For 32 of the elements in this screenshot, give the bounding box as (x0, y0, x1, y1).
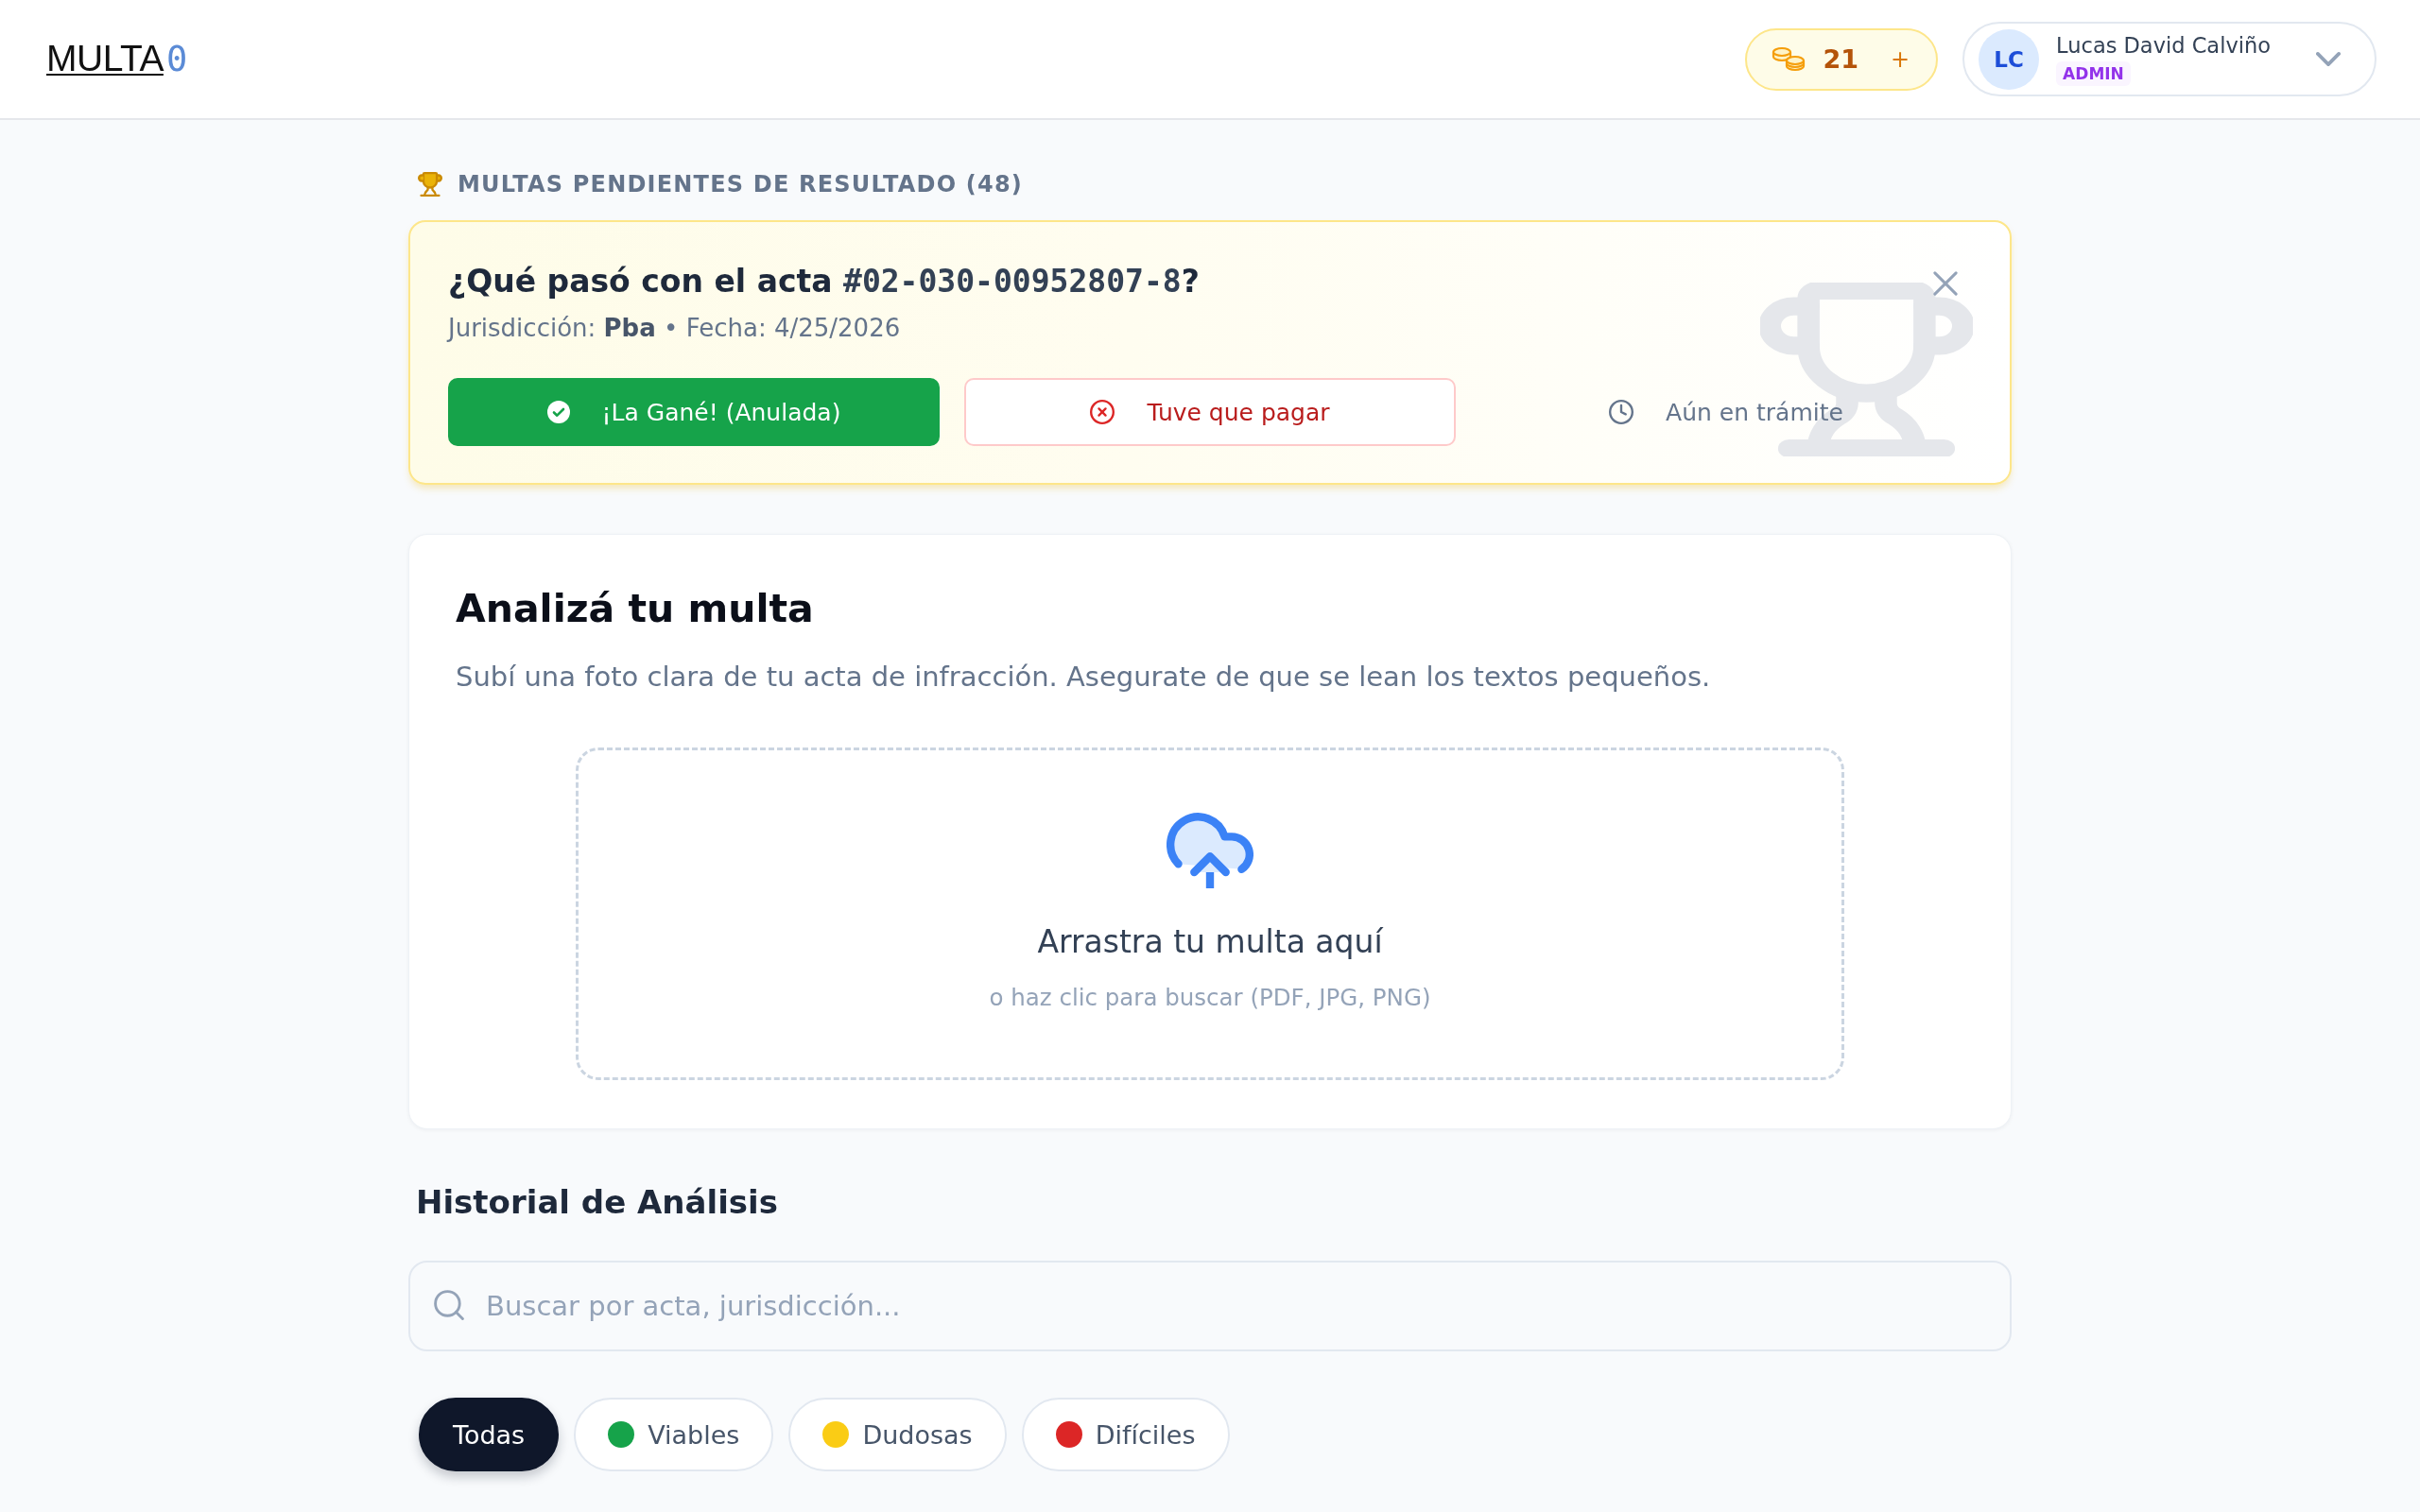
coins-icon (1772, 45, 1806, 73)
paid-result-button[interactable]: Tuve que pagar (964, 378, 1456, 446)
user-menu-button[interactable]: LC Lucas David Calviño ADMIN (1962, 22, 2377, 96)
filter-chip[interactable]: Todas (419, 1398, 560, 1471)
card-title: Analizá tu multa (456, 585, 814, 633)
chevron-down-icon (2316, 52, 2341, 66)
user-avatar: LC (1979, 28, 2040, 90)
search-field[interactable]: Buscar por acta, jurisdicción... (408, 1261, 2012, 1351)
history-title: Historial de Análisis (416, 1182, 778, 1223)
fine-details: Jurisdicción: Pba • Fecha: 4/25/2026 (448, 313, 901, 343)
user-name: Lucas David Calviño (2056, 32, 2271, 59)
x-circle-icon (1090, 400, 1115, 424)
check-circle-icon (546, 401, 570, 423)
role-badge: ADMIN (2056, 61, 2131, 86)
clock-icon (1609, 400, 1634, 424)
card-description: Subí una foto clara de tu acta de infracción. Asegurate de que se lean los textos pequeños. (456, 660, 1711, 694)
credit-count: 21 (1823, 44, 1858, 74)
dropzone-title: Arrastra tu multa aquí (1037, 922, 1383, 962)
upload-dropzone[interactable]: Arrastra tu multa aquí o haz clic para buscar (PDF, JPG, PNG) (576, 747, 1844, 1080)
filter-chip[interactable]: Viables (574, 1398, 774, 1471)
trophy-icon (418, 172, 442, 197)
filter-chip[interactable]: Difíciles (1021, 1398, 1230, 1471)
search-icon (434, 1290, 464, 1320)
banner-question: ¿Qué pasó con el acta #02-030-00952807-8? (448, 263, 1200, 301)
filter-chip[interactable]: Dudosas (788, 1398, 1007, 1471)
close-icon (1933, 271, 1958, 296)
dropzone-hint: o haz clic para buscar (PDF, JPG, PNG) (989, 983, 1431, 1013)
pending-result-button[interactable]: Aún en trámite (1480, 378, 1972, 446)
cloud-upload-icon (1167, 813, 1253, 888)
section-heading: MULTAS PENDIENTES DE RESULTADO (48) (458, 170, 1023, 199)
logo[interactable]: MULTA0 (46, 38, 187, 80)
close-button[interactable] (1933, 271, 1958, 296)
